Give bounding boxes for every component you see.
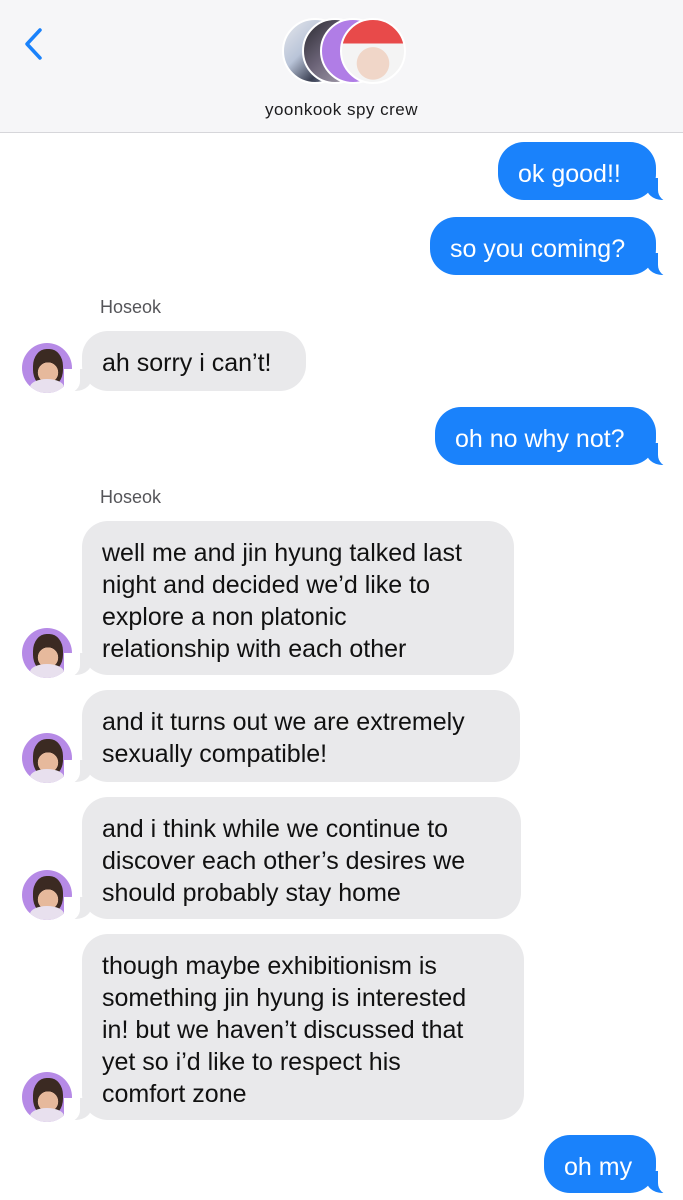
message-line: discover each other’s desires we [102, 847, 466, 875]
message-text: oh no why not? [455, 425, 625, 453]
bubble-tail [646, 178, 674, 202]
bubble-tail [64, 1098, 92, 1122]
sender-name: Hoseok [100, 297, 162, 317]
bubble-tail [64, 760, 92, 784]
message-line: relationship with each other [102, 635, 407, 663]
incoming-message[interactable]: ah sorry i can’t! [82, 331, 306, 391]
message-line: explore a non platonic [102, 603, 347, 631]
bubble-tail [646, 1171, 674, 1195]
message-line: though maybe exhibitionism is [102, 952, 437, 980]
message-line: sexually compatible! [102, 740, 328, 768]
bubble-tail [646, 443, 674, 467]
incoming-message[interactable]: well me and jin hyung talked last night … [82, 521, 514, 675]
message-line: something jin hyung is interested [102, 984, 467, 1012]
incoming-message[interactable]: and it turns out we are extremely sexual… [82, 690, 520, 782]
message-line: yet so i’d like to respect his [102, 1048, 401, 1076]
message-line: should probably stay home [102, 879, 401, 907]
back-button[interactable] [22, 26, 46, 62]
bubble-tail [64, 897, 92, 921]
outgoing-message[interactable]: so you coming? [430, 217, 656, 275]
incoming-message[interactable]: and i think while we continue to discove… [82, 797, 521, 919]
bubble-tail [64, 369, 92, 393]
group-avatars[interactable] [282, 18, 406, 88]
message-text: ok good!! [518, 160, 621, 188]
outgoing-message[interactable]: oh my [544, 1135, 656, 1193]
message-line: well me and jin hyung talked last [102, 539, 462, 567]
message-text: so you coming? [450, 235, 626, 263]
bubble-tail [646, 253, 674, 277]
message-line: comfort zone [102, 1080, 247, 1108]
message-line: night and decided we’d like to [102, 571, 431, 599]
message-line: and i think while we continue to [102, 815, 449, 843]
group-avatar [340, 18, 406, 84]
conversation-header: yoonkook spy crew [0, 0, 683, 133]
message-text: oh my [564, 1153, 633, 1181]
outgoing-message[interactable]: oh no why not? [435, 407, 656, 465]
message-text: ah sorry i can’t! [102, 349, 272, 377]
chevron-left-icon [25, 28, 42, 60]
message-line: and it turns out we are extremely [102, 708, 465, 736]
bubble-tail [64, 653, 92, 677]
sender-name: Hoseok [100, 487, 162, 507]
incoming-message[interactable]: though maybe exhibitionism is something … [82, 934, 524, 1120]
group-name[interactable]: yoonkook spy crew [0, 100, 683, 120]
outgoing-message[interactable]: ok good!! [498, 142, 656, 200]
message-line: in! but we haven’t discussed that [102, 1016, 464, 1044]
